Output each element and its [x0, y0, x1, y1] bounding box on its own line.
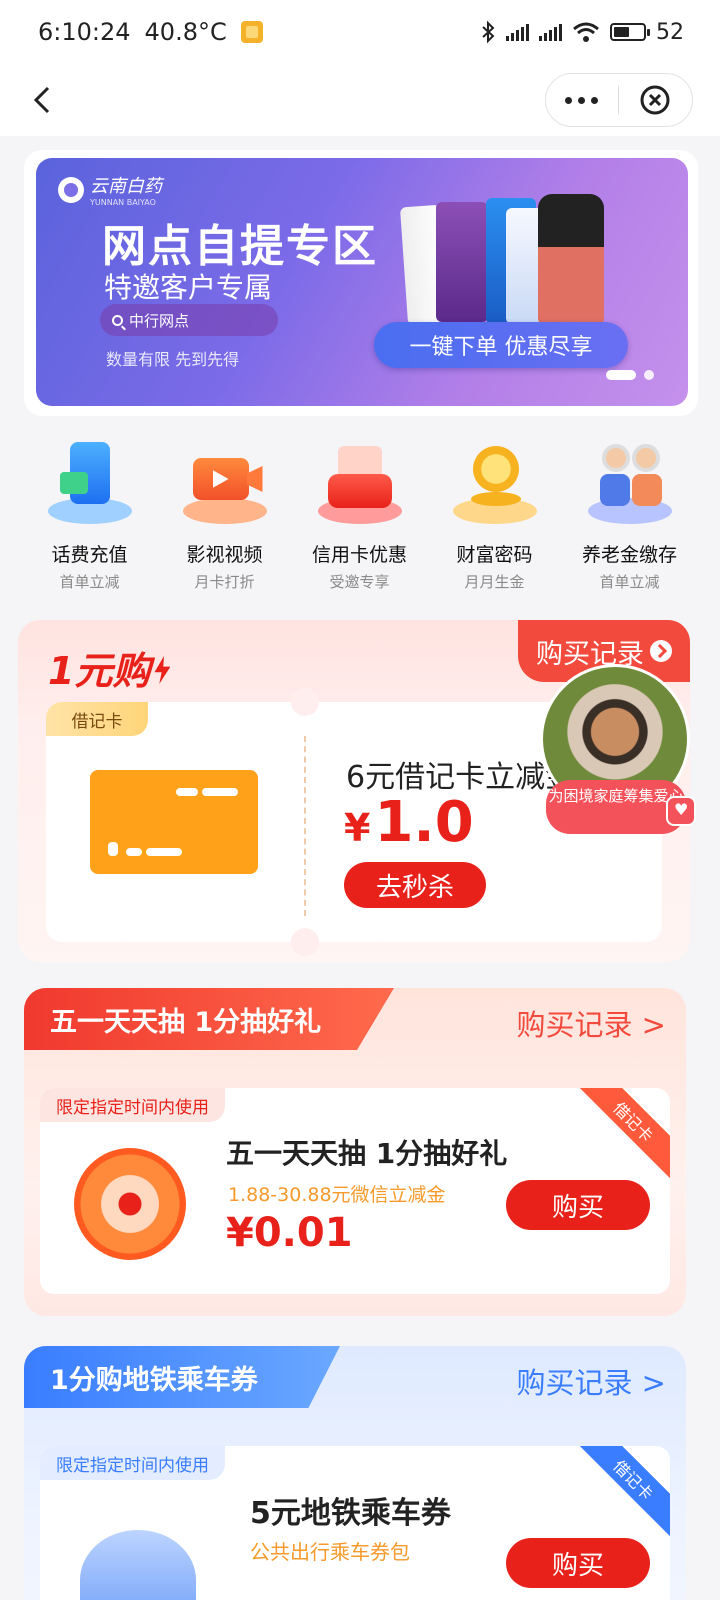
product-name: 5元地铁乘车券 — [250, 1496, 451, 1531]
buy-button[interactable]: 购买 — [506, 1180, 650, 1230]
service-name: 影视视频 — [186, 544, 263, 566]
service-sub: 受邀专享 — [329, 573, 390, 591]
product-price: ¥ 1.0 — [344, 790, 474, 855]
brand-logo-icon — [58, 176, 84, 203]
service-item-creditcard[interactable]: 信用卡优惠 受邀专享 — [292, 436, 427, 596]
currency-symbol: ¥ — [344, 806, 371, 850]
service-item-wealth[interactable]: 财富密码 月月生金 — [427, 436, 562, 596]
carousel-dot — [644, 370, 654, 380]
battery-icon — [610, 23, 650, 41]
ticket-notch-bottom — [291, 928, 319, 956]
product-price: ¥0.01 — [226, 1210, 353, 1256]
notification-app-icon — [240, 21, 263, 43]
time-limit-tag: 限定指定时间内使用 — [40, 1446, 225, 1480]
close-circle-icon — [640, 85, 670, 115]
raffle-card: 五一天天抽 1分抽好礼 购买记录 > 限定指定时间内使用 借记卡 五一天天抽 1… — [24, 988, 686, 1316]
debit-card-corner-tag: 借记卡 — [573, 1088, 670, 1182]
service-grid: 话费充值 首单立减 影视视频 月卡打折 信用卡优惠 受邀专享 财富密码 月月生金 — [22, 436, 698, 596]
banner-note: 数量有限 先到先得 — [106, 350, 240, 369]
metro-train-icon — [80, 1530, 196, 1600]
metro-product-card[interactable]: 限定指定时间内使用 借记卡 5元地铁乘车券 公共出行乘车券包 购买 — [40, 1446, 670, 1600]
service-name: 话费充值 — [51, 544, 128, 566]
status-bar: 6:10:24 40.8°C 52 — [0, 0, 720, 64]
debit-card-corner-tag: 借记卡 — [573, 1446, 670, 1540]
brand-logo: 云南白药 YUNNAN BAIYAO — [58, 172, 162, 207]
debit-card-tag: 借记卡 — [46, 702, 148, 736]
service-name: 财富密码 — [456, 544, 533, 566]
bluetooth-icon — [482, 20, 495, 44]
one-yuan-title: 1元购 — [48, 640, 171, 695]
close-button[interactable] — [619, 73, 693, 127]
lucky-wheel-icon — [74, 1148, 186, 1260]
gold-coin-icon — [447, 436, 543, 532]
raffle-section-title: 五一天天抽 1分抽好礼 — [24, 988, 394, 1050]
elderly-couple-icon — [582, 436, 678, 532]
status-temperature: 40.8°C — [144, 18, 227, 46]
chevron-right-icon — [650, 640, 672, 662]
signal-icon-2 — [539, 23, 562, 41]
service-sub: 月月生金 — [464, 573, 525, 591]
service-item-video[interactable]: 影视视频 月卡打折 — [157, 436, 292, 596]
banner-search-text: 中行网点 — [129, 311, 190, 330]
raffle-product-card[interactable]: 限定指定时间内使用 借记卡 五一天天抽 1分抽好礼 1.88-30.88元微信立… — [40, 1088, 670, 1294]
metro-record-link[interactable]: 购买记录 > — [516, 1360, 666, 1402]
bank-card-icon — [90, 770, 258, 874]
service-sub: 月卡打折 — [194, 573, 255, 591]
banner-cta-button[interactable]: 一键下单 优惠尽享 — [374, 322, 628, 368]
banner-title: 网点自提专区 — [102, 221, 378, 272]
ticket-notch-top — [291, 688, 319, 716]
service-item-topup[interactable]: 话费充值 首单立减 — [22, 436, 157, 596]
charity-label: 为困境家庭筹集爱心 — [546, 780, 686, 834]
signal-icon — [506, 23, 529, 41]
product-description: 1.88-30.88元微信立减金 — [228, 1184, 446, 1206]
battery-percent: 52 — [656, 19, 684, 45]
metro-section-title: 1分购地铁乘车券 — [24, 1346, 340, 1408]
service-name: 信用卡优惠 — [311, 544, 407, 566]
banner-search-pill: 中行网点 — [100, 304, 278, 336]
price-value: 1.0 — [374, 790, 474, 855]
more-menu-button[interactable] — [546, 73, 618, 127]
product-description: 公共出行乘车券包 — [250, 1540, 410, 1564]
service-sub: 首单立减 — [599, 573, 660, 591]
service-sub: 首单立减 — [59, 573, 120, 591]
service-name: 养老金缴存 — [581, 544, 677, 566]
product-name: 五一天天抽 1分抽好礼 — [226, 1137, 508, 1170]
time-limit-tag: 限定指定时间内使用 — [40, 1088, 225, 1122]
flash-sale-button[interactable]: 去秒杀 — [344, 862, 486, 908]
back-arrow-icon[interactable] — [24, 80, 64, 120]
lightning-icon — [154, 656, 171, 684]
brand-name: 云南白药 — [90, 176, 162, 197]
phone-topup-icon — [42, 436, 138, 532]
red-envelope-icon — [312, 436, 408, 532]
banner-container: 云南白药 YUNNAN BAIYAO 网点自提专区 特邀客户专属 中行网点 数量… — [24, 150, 698, 416]
charity-float-widget[interactable]: 为困境家庭筹集爱心 — [540, 664, 696, 840]
mini-program-capsule — [545, 73, 693, 127]
promo-banner[interactable]: 云南白药 YUNNAN BAIYAO 网点自提专区 特邀客户专属 中行网点 数量… — [36, 158, 688, 406]
nav-bar — [0, 64, 720, 136]
banner-subtitle: 特邀客户专属 — [104, 271, 273, 304]
carousel-dots — [606, 370, 654, 380]
ticket-divider — [304, 736, 306, 916]
raffle-record-link[interactable]: 购买记录 > — [516, 1002, 666, 1044]
brand-name-en: YUNNAN BAIYAO — [90, 198, 156, 207]
buy-button[interactable]: 购买 — [506, 1538, 650, 1588]
video-camera-icon — [177, 436, 273, 532]
carousel-dot-active — [606, 370, 636, 380]
search-icon — [112, 314, 123, 326]
status-time: 6:10:24 — [38, 18, 131, 46]
toothpaste-box-purple-image — [436, 202, 488, 322]
metro-card: 1分购地铁乘车券 购买记录 > 限定指定时间内使用 借记卡 5元地铁乘车券 公共… — [24, 1346, 686, 1600]
shampoo-bottle-image — [538, 194, 604, 326]
service-item-pension[interactable]: 养老金缴存 首单立减 — [562, 436, 697, 596]
wifi-icon — [573, 22, 599, 42]
heart-icon — [666, 796, 696, 826]
